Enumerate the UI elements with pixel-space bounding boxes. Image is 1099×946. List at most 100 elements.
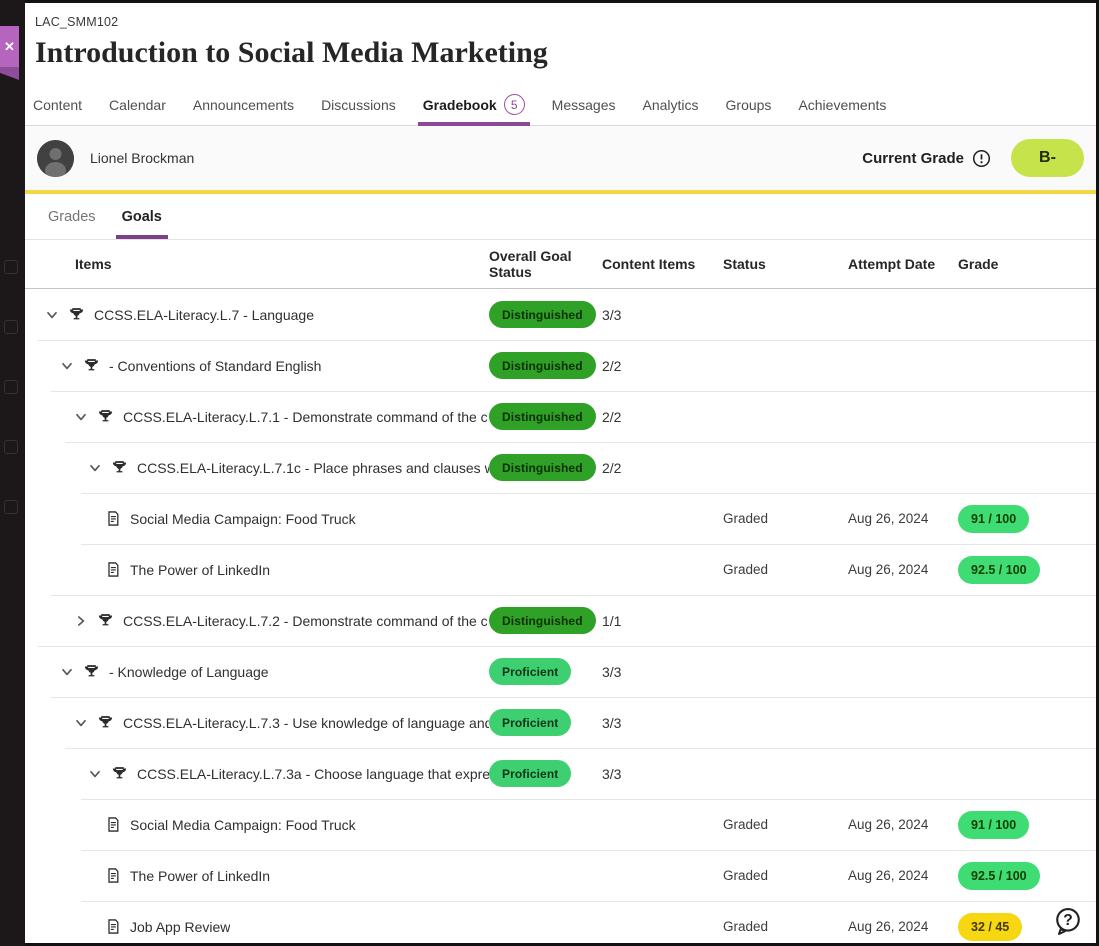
nav-tab[interactable]: Content bbox=[33, 84, 82, 125]
subtab[interactable]: Grades bbox=[48, 194, 96, 239]
chevron-down-icon[interactable] bbox=[88, 461, 102, 475]
row-label[interactable]: - Knowledge of Language bbox=[109, 664, 269, 680]
subtab-label: Goals bbox=[122, 209, 162, 225]
row-divider bbox=[81, 493, 1096, 494]
column-header: Status bbox=[723, 256, 848, 272]
row-divider bbox=[38, 340, 1096, 341]
student-banner: Lionel Brockman Current Grade B- bbox=[25, 126, 1096, 190]
table-row[interactable]: - Conventions of Standard English Distin… bbox=[25, 340, 1096, 391]
content-items-count: 2/2 bbox=[602, 409, 723, 425]
current-grade-group: Current Grade B- bbox=[862, 139, 1084, 177]
row-label[interactable]: CCSS.ELA-Literacy.L.7.2 - Demonstrate co… bbox=[123, 613, 489, 629]
row-name-cell: The Power of LinkedIn bbox=[25, 561, 489, 578]
table-row[interactable]: Social Media Campaign: Food Truck Graded… bbox=[25, 493, 1096, 544]
row-label[interactable]: The Power of LinkedIn bbox=[130, 868, 270, 884]
table-row[interactable]: CCSS.ELA-Literacy.L.7.2 - Demonstrate co… bbox=[25, 595, 1096, 646]
attempt-date: Aug 26, 2024 bbox=[848, 868, 958, 883]
column-header: Items bbox=[25, 256, 489, 272]
table-row[interactable]: CCSS.ELA-Literacy.L.7.3 - Use knowledge … bbox=[25, 697, 1096, 748]
table-row[interactable]: Job App Review Graded Aug 26, 2024 32 / … bbox=[25, 901, 1096, 943]
panel-close-button[interactable]: ✕ bbox=[0, 26, 19, 67]
table-row[interactable]: CCSS.ELA-Literacy.L.7.1c - Place phrases… bbox=[25, 442, 1096, 493]
table-row[interactable]: CCSS.ELA-Literacy.L.7 - Language Disting… bbox=[25, 289, 1096, 340]
nav-tab[interactable]: Calendar bbox=[109, 84, 166, 125]
table-row[interactable]: CCSS.ELA-Literacy.L.7.1 - Demonstrate co… bbox=[25, 391, 1096, 442]
grade-pill[interactable]: 92.5 / 100 bbox=[958, 556, 1040, 584]
background-icon bbox=[4, 440, 18, 454]
row-name-cell: CCSS.ELA-Literacy.L.7.3 - Use knowledge … bbox=[25, 714, 489, 731]
table-row[interactable]: The Power of LinkedIn Graded Aug 26, 202… bbox=[25, 544, 1096, 595]
document-icon bbox=[105, 918, 121, 935]
nav-tab[interactable]: Analytics bbox=[642, 84, 698, 125]
goal-trophy-icon bbox=[68, 306, 85, 323]
chevron-down-icon[interactable] bbox=[60, 359, 74, 373]
nav-tab[interactable]: Achievements bbox=[798, 84, 886, 125]
document-icon bbox=[105, 561, 121, 578]
row-divider bbox=[65, 748, 1096, 749]
content-items-count: 3/3 bbox=[602, 664, 723, 680]
row-label[interactable]: Social Media Campaign: Food Truck bbox=[130, 511, 356, 527]
row-name-cell: CCSS.ELA-Literacy.L.7.3a - Choose langua… bbox=[25, 765, 489, 782]
column-header: Grade bbox=[958, 256, 1096, 272]
subtab[interactable]: Goals bbox=[122, 194, 162, 239]
row-name-cell: The Power of LinkedIn bbox=[25, 867, 489, 884]
nav-tab[interactable]: Messages bbox=[552, 84, 616, 125]
nav-tab[interactable]: Discussions bbox=[321, 84, 396, 125]
table-row[interactable]: Social Media Campaign: Food Truck Graded… bbox=[25, 799, 1096, 850]
row-name-cell: CCSS.ELA-Literacy.L.7.1c - Place phrases… bbox=[25, 459, 489, 476]
row-label[interactable]: CCSS.ELA-Literacy.L.7.1c - Place phrases… bbox=[137, 460, 489, 476]
nav-tab-label: Calendar bbox=[109, 97, 166, 113]
row-label[interactable]: The Power of LinkedIn bbox=[130, 562, 270, 578]
avatar bbox=[37, 140, 74, 177]
table-row[interactable]: - Knowledge of Language Proficient 3/3 bbox=[25, 646, 1096, 697]
nav-tab-badge: 5 bbox=[504, 94, 525, 115]
course-nav: Content Calendar Announcements Discussio… bbox=[25, 84, 1096, 126]
grade-pill[interactable]: 92.5 / 100 bbox=[958, 862, 1040, 890]
chevron-down-icon[interactable] bbox=[74, 716, 88, 730]
attempt-date: Aug 26, 2024 bbox=[848, 919, 958, 934]
chevron-down-icon[interactable] bbox=[74, 614, 88, 628]
row-label[interactable]: - Conventions of Standard English bbox=[109, 358, 321, 374]
chevron-down-icon[interactable] bbox=[60, 665, 74, 679]
row-name-cell: Social Media Campaign: Food Truck bbox=[25, 816, 489, 833]
nav-tab-label: Gradebook bbox=[423, 97, 497, 113]
row-label[interactable]: CCSS.ELA-Literacy.L.7 - Language bbox=[94, 307, 314, 323]
row-divider bbox=[51, 391, 1096, 392]
nav-tab-label: Analytics bbox=[642, 97, 698, 113]
chevron-down-icon[interactable] bbox=[45, 308, 59, 322]
nav-tab[interactable]: Gradebook 5 bbox=[423, 84, 525, 125]
row-label[interactable]: CCSS.ELA-Literacy.L.7.3 - Use knowledge … bbox=[123, 715, 489, 731]
content-items-count: 3/3 bbox=[602, 307, 723, 323]
goal-trophy-icon bbox=[83, 663, 100, 680]
current-grade-label: Current Grade bbox=[862, 150, 964, 167]
row-label[interactable]: Job App Review bbox=[130, 919, 230, 935]
nav-tab-label: Discussions bbox=[321, 97, 396, 113]
help-button[interactable]: ? bbox=[1052, 905, 1084, 937]
row-divider bbox=[81, 850, 1096, 851]
info-icon[interactable] bbox=[972, 149, 991, 168]
row-label[interactable]: CCSS.ELA-Literacy.L.7.3a - Choose langua… bbox=[137, 766, 489, 782]
item-status: Graded bbox=[723, 919, 848, 934]
nav-tab-label: Announcements bbox=[193, 97, 294, 113]
item-status: Graded bbox=[723, 562, 848, 577]
table-row[interactable]: CCSS.ELA-Literacy.L.7.3a - Choose langua… bbox=[25, 748, 1096, 799]
row-name-cell: Social Media Campaign: Food Truck bbox=[25, 510, 489, 527]
column-header: Content Items bbox=[602, 256, 723, 272]
row-divider bbox=[81, 544, 1096, 545]
nav-tab[interactable]: Announcements bbox=[193, 84, 294, 125]
document-icon bbox=[105, 816, 121, 833]
current-grade-pill[interactable]: B- bbox=[1011, 139, 1084, 177]
chevron-down-icon[interactable] bbox=[74, 410, 88, 424]
question-bubble-icon: ? bbox=[1053, 906, 1083, 936]
row-label[interactable]: CCSS.ELA-Literacy.L.7.1 - Demonstrate co… bbox=[123, 409, 489, 425]
grade-pill[interactable]: 91 / 100 bbox=[958, 811, 1029, 839]
row-name-cell: CCSS.ELA-Literacy.L.7.1 - Demonstrate co… bbox=[25, 408, 489, 425]
table-row[interactable]: The Power of LinkedIn Graded Aug 26, 202… bbox=[25, 850, 1096, 901]
nav-tab[interactable]: Groups bbox=[726, 84, 772, 125]
attempt-date: Aug 26, 2024 bbox=[848, 817, 958, 832]
grade-pill[interactable]: 32 / 45 bbox=[958, 913, 1022, 941]
chevron-down-icon[interactable] bbox=[88, 767, 102, 781]
row-label[interactable]: Social Media Campaign: Food Truck bbox=[130, 817, 356, 833]
grade-pill[interactable]: 91 / 100 bbox=[958, 505, 1029, 533]
row-divider bbox=[51, 595, 1096, 596]
